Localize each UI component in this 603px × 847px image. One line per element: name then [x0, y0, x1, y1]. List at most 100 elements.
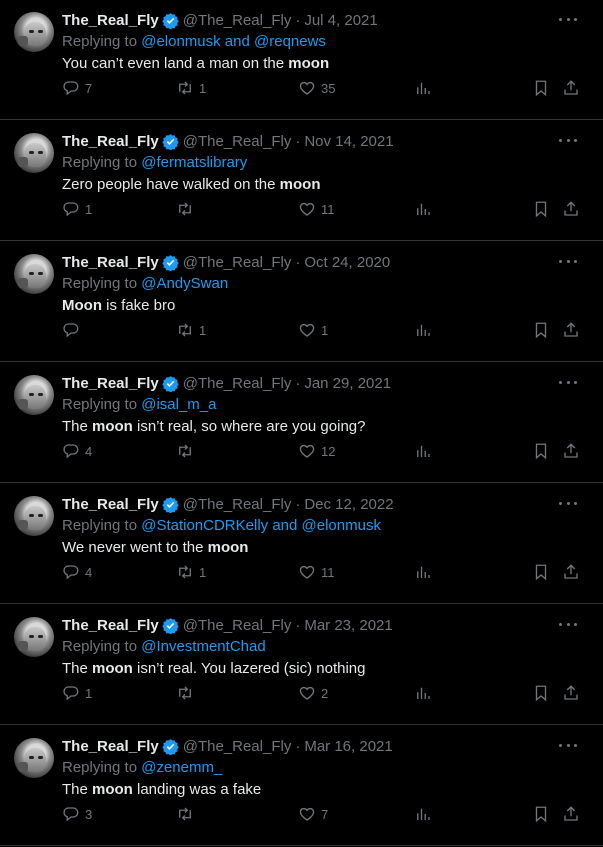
bookmark-button[interactable]: [532, 199, 550, 219]
tweet-date[interactable]: Mar 16, 2021: [304, 738, 392, 755]
tweet-date[interactable]: Mar 23, 2021: [304, 617, 392, 634]
replying-to-mentions[interactable]: @AndySwan: [141, 275, 228, 292]
tweet[interactable]: The_Real_Fly @The_Real_Fly · Nov 14, 202…: [0, 121, 603, 241]
bookmark-button[interactable]: [532, 441, 550, 461]
display-name[interactable]: The_Real_Fly: [62, 738, 159, 755]
share-button[interactable]: [562, 441, 580, 461]
views-button[interactable]: [414, 199, 432, 219]
bookmark-button[interactable]: [532, 562, 550, 582]
avatar[interactable]: [14, 617, 54, 657]
replying-to-mentions[interactable]: @fermatslibrary: [141, 154, 247, 171]
retweet-button[interactable]: 1: [176, 562, 206, 582]
replying-to-label: Replying to: [62, 154, 142, 171]
like-button[interactable]: 2: [298, 683, 328, 703]
tweet-date[interactable]: Jul 4, 2021: [304, 12, 377, 29]
avatar[interactable]: [14, 375, 54, 415]
like-button[interactable]: 7: [298, 804, 328, 824]
reply-button[interactable]: 4: [62, 441, 92, 461]
more-icon[interactable]: [559, 375, 577, 389]
retweet-button[interactable]: [176, 804, 199, 824]
replying-to-mentions[interactable]: @isal_m_a: [141, 396, 216, 413]
views-button[interactable]: [414, 562, 432, 582]
replying-to-mentions[interactable]: @InvestmentChad: [141, 638, 265, 655]
tweet-text-before: The: [62, 781, 93, 798]
reply-button[interactable]: [62, 320, 85, 340]
views-button[interactable]: [414, 320, 432, 340]
retweet-button[interactable]: [176, 199, 199, 219]
display-name[interactable]: The_Real_Fly: [62, 496, 159, 513]
bookmark-button[interactable]: [532, 804, 550, 824]
bookmark-button[interactable]: [532, 320, 550, 340]
display-name[interactable]: The_Real_Fly: [62, 12, 159, 29]
share-button[interactable]: [562, 78, 580, 98]
tweet-date[interactable]: Oct 24, 2020: [304, 254, 390, 271]
like-button[interactable]: 1: [298, 320, 328, 340]
share-button[interactable]: [562, 683, 580, 703]
reply-button[interactable]: 3: [62, 804, 92, 824]
tweet[interactable]: The_Real_Fly @The_Real_Fly · Jan 29, 202…: [0, 363, 603, 483]
reply-button[interactable]: 4: [62, 562, 92, 582]
tweet[interactable]: The_Real_Fly @The_Real_Fly · Jul 4, 2021…: [0, 0, 603, 120]
tweet-date[interactable]: Nov 14, 2021: [304, 133, 393, 150]
more-icon[interactable]: [559, 738, 577, 752]
tweet[interactable]: The_Real_Fly @The_Real_Fly · Mar 16, 202…: [0, 726, 603, 846]
avatar[interactable]: [14, 738, 54, 778]
bookmark-icon: [532, 563, 550, 581]
tweet-date[interactable]: Jan 29, 2021: [304, 375, 391, 392]
share-button[interactable]: [562, 562, 580, 582]
views-button[interactable]: [414, 441, 432, 461]
like-button[interactable]: 11: [298, 199, 335, 219]
reply-button[interactable]: 7: [62, 78, 92, 98]
more-icon[interactable]: [559, 12, 577, 26]
replying-to-mentions[interactable]: @StationCDRKelly and @elonmusk: [141, 517, 381, 534]
retweet-button[interactable]: [176, 441, 199, 461]
verified-badge-icon: [159, 375, 183, 392]
reply-button[interactable]: 1: [62, 199, 92, 219]
user-handle[interactable]: @The_Real_Fly: [183, 375, 292, 392]
tweet-header: The_Real_Fly @The_Real_Fly · Dec 12, 202…: [62, 494, 394, 514]
views-button[interactable]: [414, 683, 432, 703]
retweet-button[interactable]: [176, 683, 199, 703]
avatar[interactable]: [14, 254, 54, 294]
views-button[interactable]: [414, 78, 432, 98]
replying-to-mentions[interactable]: @zenemm_: [141, 759, 222, 776]
share-button[interactable]: [562, 320, 580, 340]
more-icon[interactable]: [559, 496, 577, 510]
display-name[interactable]: The_Real_Fly: [62, 617, 159, 634]
bookmark-button[interactable]: [532, 683, 550, 703]
replying-to-mentions[interactable]: @elonmusk and @reqnews: [141, 33, 326, 50]
more-icon[interactable]: [559, 133, 577, 147]
share-button[interactable]: [562, 199, 580, 219]
avatar[interactable]: [14, 12, 54, 52]
bookmark-button[interactable]: [532, 78, 550, 98]
user-handle[interactable]: @The_Real_Fly: [183, 12, 292, 29]
display-name[interactable]: The_Real_Fly: [62, 254, 159, 271]
more-icon[interactable]: [559, 617, 577, 631]
avatar[interactable]: [14, 133, 54, 173]
user-handle[interactable]: @The_Real_Fly: [183, 254, 292, 271]
like-button[interactable]: 35: [298, 78, 335, 98]
retweet-icon: [176, 200, 194, 218]
like-button[interactable]: 12: [298, 441, 335, 461]
retweet-button[interactable]: 1: [176, 78, 206, 98]
tweet[interactable]: The_Real_Fly @The_Real_Fly · Mar 23, 202…: [0, 605, 603, 725]
more-icon[interactable]: [559, 254, 577, 268]
tweet[interactable]: The_Real_Fly @The_Real_Fly · Dec 12, 202…: [0, 484, 603, 604]
tweet-actions: 3 7: [0, 804, 603, 824]
share-button[interactable]: [562, 804, 580, 824]
avatar[interactable]: [14, 496, 54, 536]
display-name[interactable]: The_Real_Fly: [62, 375, 159, 392]
like-button[interactable]: 11: [298, 562, 335, 582]
retweet-button[interactable]: 1: [176, 320, 206, 340]
display-name[interactable]: The_Real_Fly: [62, 133, 159, 150]
views-button[interactable]: [414, 804, 432, 824]
reply-button[interactable]: 1: [62, 683, 92, 703]
user-handle[interactable]: @The_Real_Fly: [183, 738, 292, 755]
retweet-count: 1: [199, 564, 207, 580]
user-handle[interactable]: @The_Real_Fly: [183, 496, 292, 513]
tweet-date[interactable]: Dec 12, 2022: [304, 496, 393, 513]
user-handle[interactable]: @The_Real_Fly: [183, 133, 292, 150]
retweet-icon: [176, 684, 194, 702]
user-handle[interactable]: @The_Real_Fly: [183, 617, 292, 634]
tweet[interactable]: The_Real_Fly @The_Real_Fly · Oct 24, 202…: [0, 242, 603, 362]
